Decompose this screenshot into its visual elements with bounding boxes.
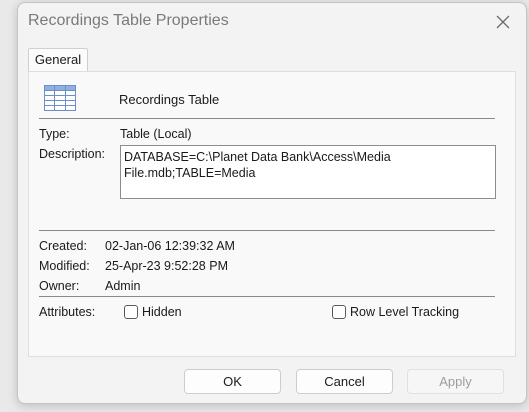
close-icon <box>496 15 510 29</box>
separator <box>39 118 495 119</box>
separator <box>39 230 495 231</box>
type-label: Type: <box>39 127 70 141</box>
created-label: Created: <box>39 239 87 253</box>
row-level-tracking-checkbox-label: Row Level Tracking <box>350 305 460 319</box>
row-level-tracking-checkbox[interactable]: Row Level Tracking <box>332 305 459 319</box>
tab-general[interactable]: General <box>28 48 88 71</box>
apply-button[interactable]: Apply <box>407 369 504 394</box>
description-label: Description: <box>39 147 105 161</box>
window-title: Recordings Table Properties <box>28 12 229 29</box>
separator <box>39 296 495 297</box>
table-icon <box>44 85 76 111</box>
object-name: Recordings Table <box>119 92 220 107</box>
properties-dialog: Recordings Table Properties General Reco… <box>17 2 527 404</box>
hidden-checkbox-label: Hidden <box>142 305 182 319</box>
created-value: 02-Jan-06 12:39:32 AM <box>105 239 235 253</box>
owner-label: Owner: <box>39 279 80 293</box>
general-panel: Recordings Table Type: Table (Local) Des… <box>28 71 516 357</box>
hidden-checkbox[interactable]: Hidden <box>124 305 182 319</box>
attributes-label: Attributes: <box>39 305 96 319</box>
row-level-tracking-checkbox-box[interactable] <box>332 305 346 319</box>
close-button[interactable] <box>490 10 516 34</box>
modified-value: 25-Apr-23 9:52:28 PM <box>105 259 228 273</box>
title-bar: Recordings Table Properties <box>18 3 526 41</box>
ok-button[interactable]: OK <box>184 369 281 394</box>
hidden-checkbox-box[interactable] <box>124 305 138 319</box>
cancel-button[interactable]: Cancel <box>296 369 393 394</box>
description-field[interactable]: DATABASE=C:\Planet Data Bank\Access\Medi… <box>120 145 496 199</box>
owner-value: Admin <box>105 279 141 293</box>
type-value: Table (Local) <box>120 127 192 141</box>
modified-label: Modified: <box>39 259 90 273</box>
